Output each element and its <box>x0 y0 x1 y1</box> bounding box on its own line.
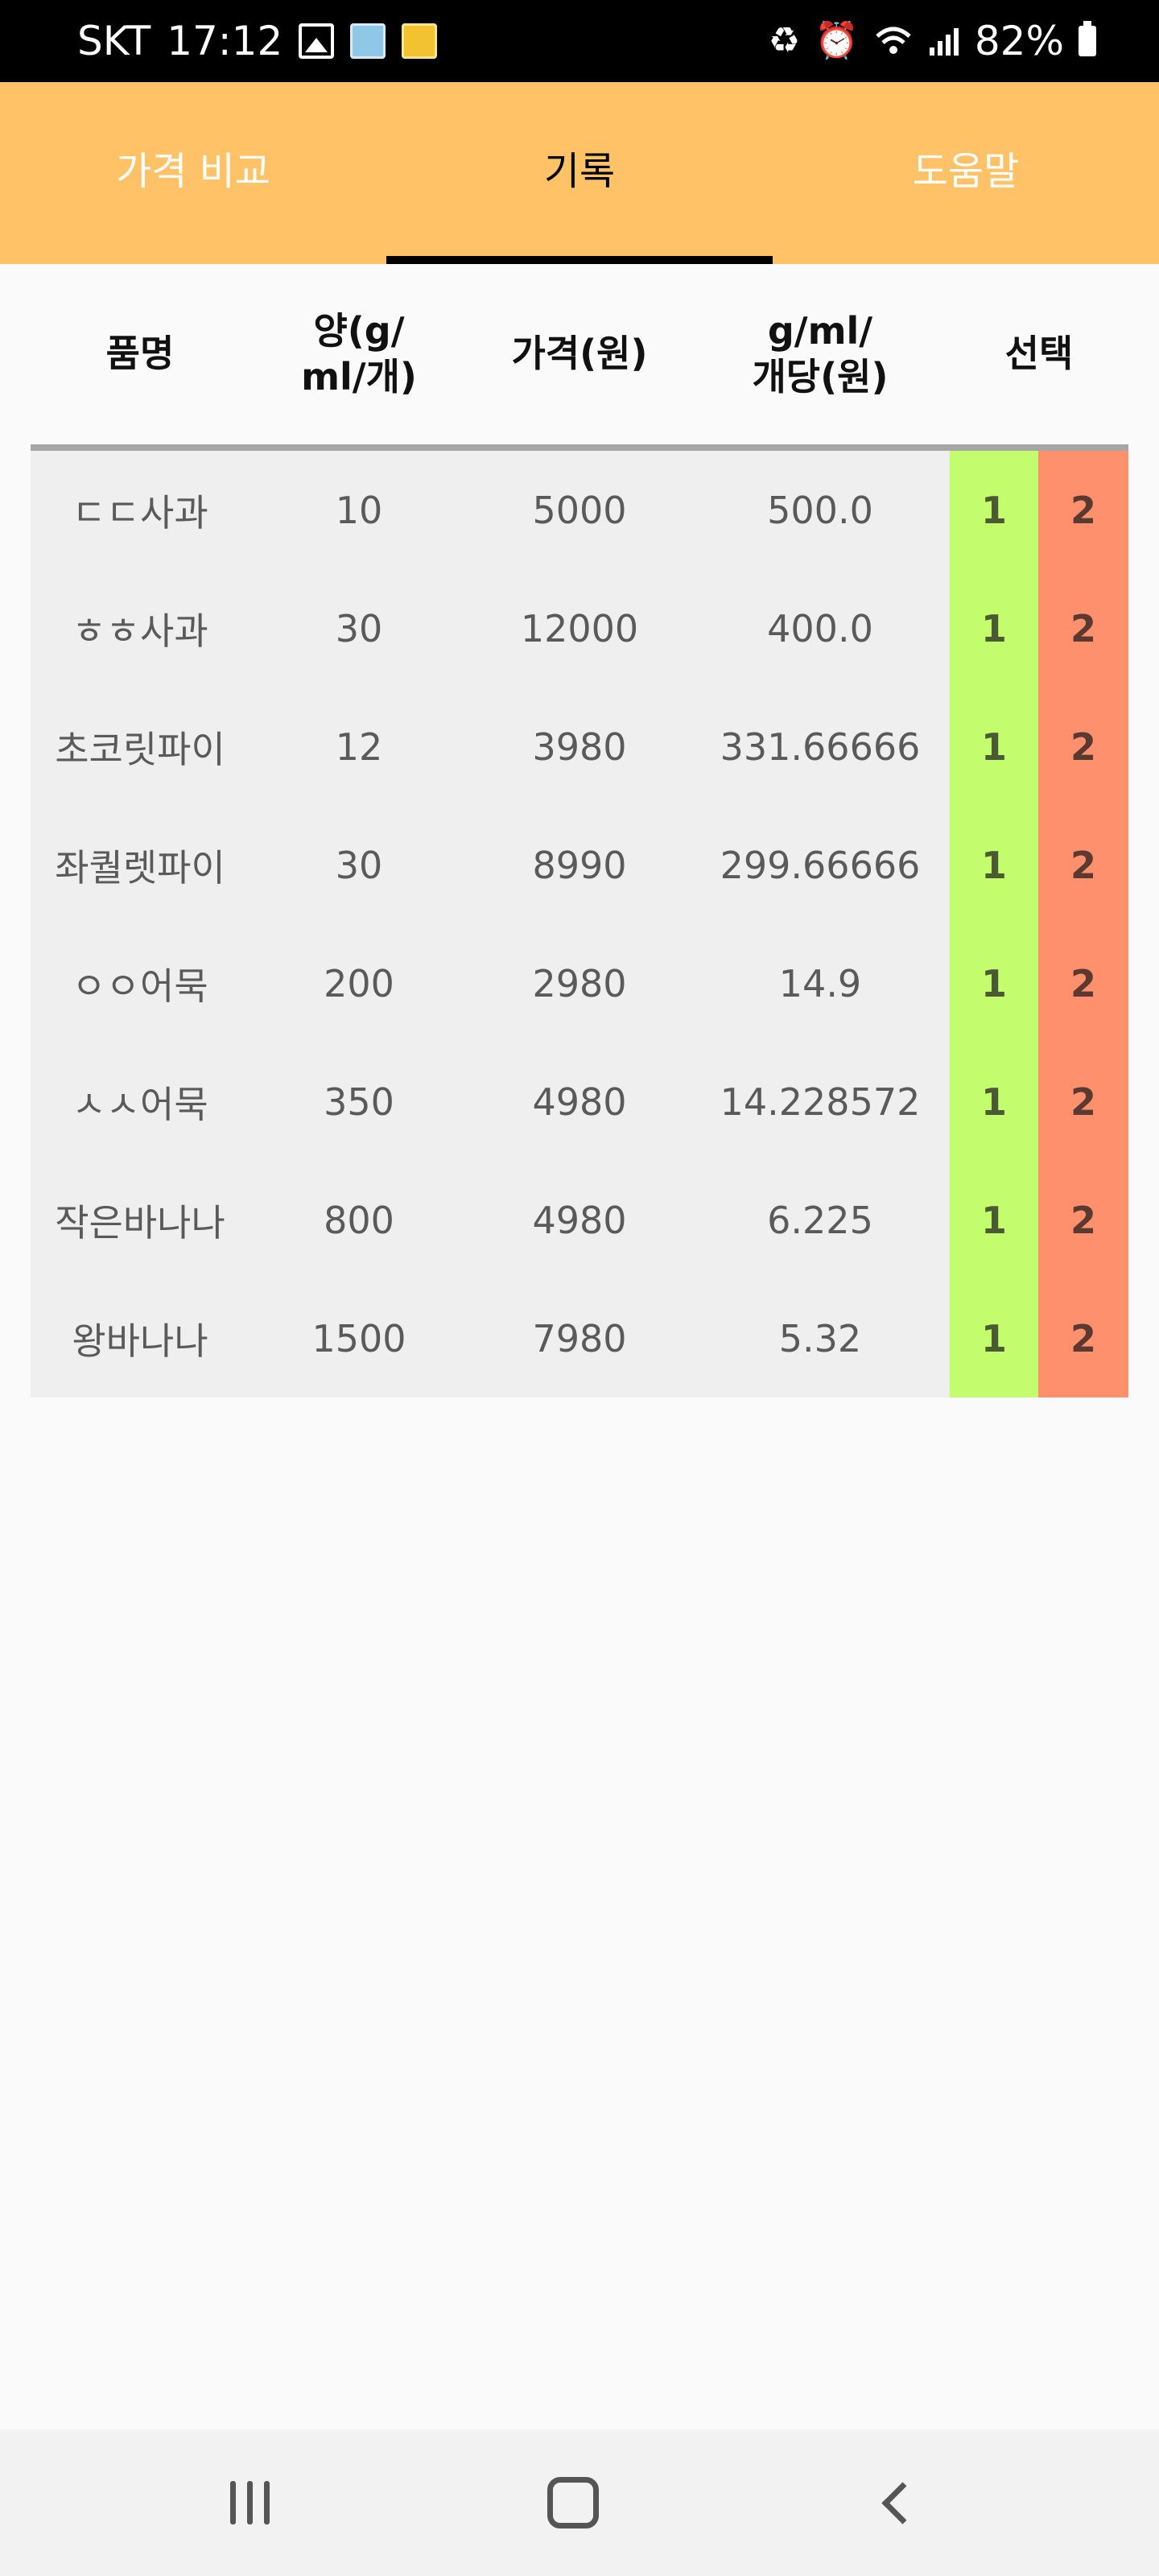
history-table: 품명 양(g/ ml/개) 가격(원) g/ml/ 개당(원) 선택 ㄷㄷ사과 … <box>31 264 1128 1397</box>
select-1-button[interactable]: 1 <box>950 1161 1038 1279</box>
select-2-button[interactable]: 2 <box>1038 924 1128 1042</box>
select-1-button[interactable]: 1 <box>950 1279 1038 1397</box>
header-name: 품명 <box>105 332 175 376</box>
tab-history[interactable]: 기록 <box>386 82 773 264</box>
select-2-button[interactable]: 2 <box>1038 806 1128 924</box>
clock: 17:12 <box>167 18 283 64</box>
gallery-icon <box>299 23 335 59</box>
table-row: ㅎㅎ사과 30 12000 400.0 1 2 <box>31 569 1128 687</box>
row-quantity: 10 <box>335 488 383 532</box>
carrier-label: SKT <box>77 18 151 64</box>
table-body: ㄷㄷ사과 10 5000 500.0 1 2 ㅎㅎ사과 30 12000 400… <box>31 451 1128 1397</box>
row-price: 4980 <box>532 1080 627 1124</box>
select-2-button[interactable]: 2 <box>1038 1161 1128 1279</box>
battery-percent: 82% <box>974 18 1064 64</box>
header-quantity: 양(g/ ml/개) <box>250 308 468 401</box>
row-price: 12000 <box>520 606 639 650</box>
row-name: 초코릿파이 <box>55 727 225 771</box>
table-row: 작은바나나 800 4980 6.225 1 2 <box>31 1161 1128 1279</box>
row-unit-price: 400.0 <box>767 606 873 650</box>
memo-icon <box>402 23 438 59</box>
home-button[interactable] <box>493 2429 654 2576</box>
header-price: 가격(원) <box>511 332 648 376</box>
row-name: 왕바나나 <box>72 1319 208 1363</box>
row-quantity: 200 <box>324 961 394 1005</box>
table-row: ㄷㄷ사과 10 5000 500.0 1 2 <box>31 451 1128 569</box>
row-price: 8990 <box>532 843 627 887</box>
back-button[interactable] <box>816 2429 977 2576</box>
row-unit-price: 5.32 <box>778 1316 862 1360</box>
row-unit-price: 331.66666 <box>720 724 921 769</box>
select-2-button[interactable]: 2 <box>1038 569 1128 687</box>
recents-icon <box>229 2481 270 2524</box>
tab-bar: 가격 비교 기록 도움말 <box>0 82 1159 264</box>
row-unit-price: 14.9 <box>778 961 862 1005</box>
select-1-button[interactable]: 1 <box>950 687 1038 806</box>
select-2-button[interactable]: 2 <box>1038 1042 1128 1161</box>
row-quantity: 30 <box>335 843 383 887</box>
row-quantity: 350 <box>324 1080 394 1124</box>
row-price: 2980 <box>532 961 627 1005</box>
row-name: ㄷㄷ사과 <box>72 490 208 535</box>
row-unit-price: 500.0 <box>767 488 873 532</box>
alarm-icon: ⏰ <box>815 20 859 61</box>
table-header: 품명 양(g/ ml/개) 가격(원) g/ml/ 개당(원) 선택 <box>31 264 1128 444</box>
row-unit-price: 6.225 <box>767 1198 873 1242</box>
row-quantity: 12 <box>335 724 383 769</box>
save-icon <box>350 23 386 59</box>
recycle-icon: ♻ <box>768 20 801 61</box>
table-row: 왕바나나 1500 7980 5.32 1 2 <box>31 1279 1128 1397</box>
row-price: 5000 <box>532 488 627 532</box>
row-name: 작은바나나 <box>55 1200 225 1245</box>
table-row: 좌퀄렛파이 30 8990 299.66666 1 2 <box>31 806 1128 924</box>
tab-price-compare[interactable]: 가격 비교 <box>0 82 386 264</box>
table-row: ㅇㅇ어묵 200 2980 14.9 1 2 <box>31 924 1128 1042</box>
status-left: SKT 17:12 <box>77 0 438 82</box>
header-unit-line1: g/ml/ <box>767 308 873 353</box>
row-quantity: 1500 <box>311 1316 406 1360</box>
table-row: 초코릿파이 12 3980 331.66666 1 2 <box>31 687 1128 806</box>
header-unit-price: g/ml/ 개당(원) <box>691 308 950 401</box>
row-unit-price: 14.228572 <box>720 1080 921 1124</box>
status-right: ♻ ⏰ 82% <box>769 0 1096 82</box>
row-name: ㅇㅇ어묵 <box>72 964 208 1008</box>
header-select: 선택 <box>1004 332 1074 376</box>
select-2-button[interactable]: 2 <box>1038 1279 1128 1397</box>
recents-button[interactable] <box>169 2429 330 2576</box>
wifi-icon <box>876 27 911 54</box>
row-price: 4980 <box>532 1198 627 1242</box>
row-price: 3980 <box>532 724 627 769</box>
home-icon <box>547 2477 599 2529</box>
select-2-button[interactable]: 2 <box>1038 451 1128 569</box>
select-1-button[interactable]: 1 <box>950 924 1038 1042</box>
row-price: 7980 <box>532 1316 627 1360</box>
row-name: ㅎㅎ사과 <box>72 609 208 653</box>
header-quantity-line1: 양(g/ <box>313 308 405 353</box>
select-1-button[interactable]: 1 <box>950 1042 1038 1161</box>
row-name: ㅅㅅ어묵 <box>72 1082 208 1126</box>
row-name: 좌퀄렛파이 <box>55 845 225 890</box>
header-quantity-line2: ml/개) <box>301 355 417 398</box>
select-1-button[interactable]: 1 <box>950 806 1038 924</box>
table-row: ㅅㅅ어묵 350 4980 14.228572 1 2 <box>31 1042 1128 1161</box>
select-2-button[interactable]: 2 <box>1038 687 1128 806</box>
select-1-button[interactable]: 1 <box>950 569 1038 687</box>
back-icon <box>881 2481 924 2524</box>
header-divider <box>31 444 1128 451</box>
signal-icon <box>929 28 959 56</box>
row-quantity: 30 <box>335 606 383 650</box>
navigation-bar <box>0 2429 1159 2576</box>
select-1-button[interactable]: 1 <box>950 451 1038 569</box>
header-unit-line2: 개당(원) <box>752 355 889 398</box>
row-quantity: 800 <box>324 1198 394 1242</box>
status-bar: SKT 17:12 ♻ ⏰ 82% <box>0 0 1159 82</box>
tab-help[interactable]: 도움말 <box>773 82 1159 264</box>
battery-icon <box>1079 21 1096 56</box>
row-unit-price: 299.66666 <box>720 843 921 887</box>
